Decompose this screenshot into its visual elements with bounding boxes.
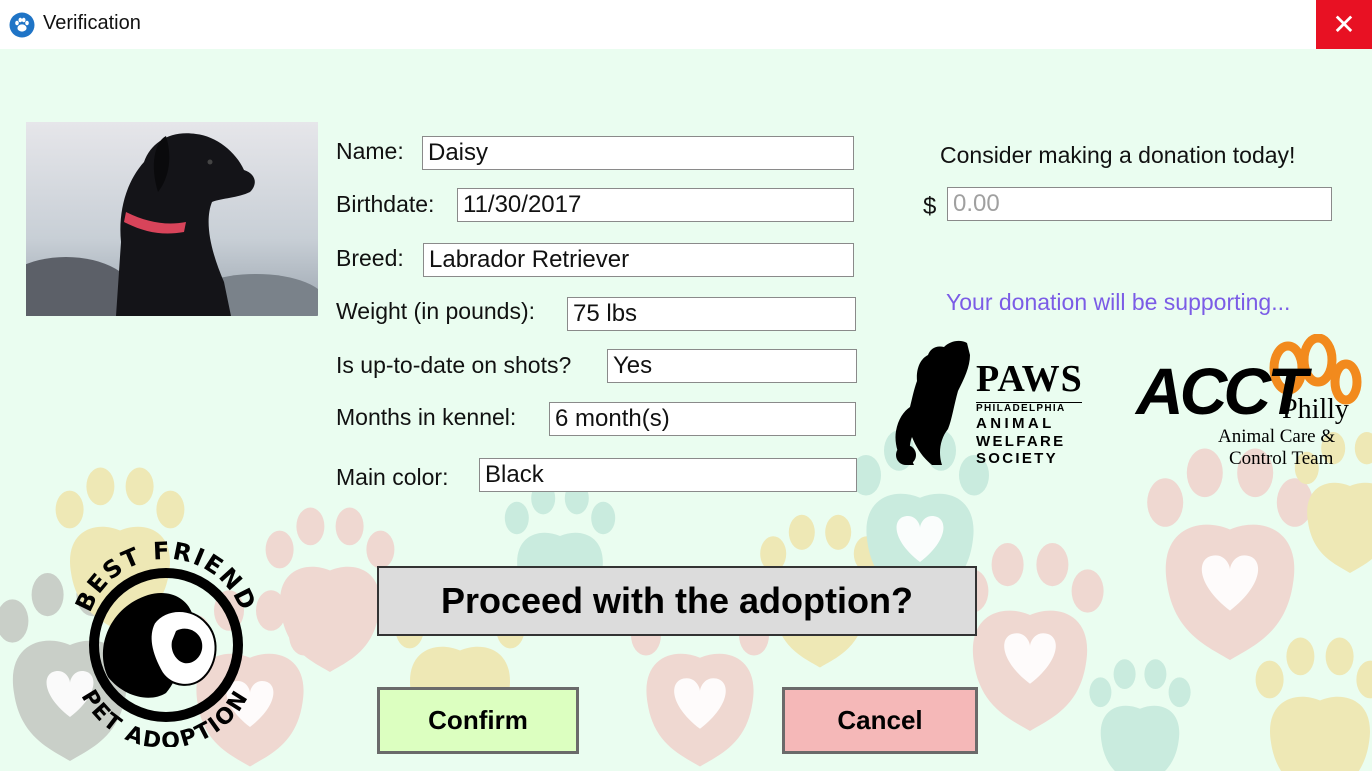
paws-name: PAWS (976, 358, 1083, 400)
acct-line-control-team: Control Team (1229, 448, 1334, 469)
kennel-months-field[interactable] (549, 402, 856, 436)
paws-logo: PAWS PHILADELPHIA ANIMAL WELFARE SOCIETY (892, 339, 1084, 469)
main-color-field[interactable] (479, 458, 857, 492)
cancel-button[interactable]: Cancel (782, 687, 978, 754)
donation-prompt: Consider making a donation today! (940, 142, 1296, 168)
pet-photo (26, 122, 318, 316)
close-button[interactable]: ✕ (1316, 0, 1372, 49)
acct-line-animal-care: Animal Care & (1218, 426, 1336, 447)
breed-label: Breed: (336, 245, 404, 271)
birthdate-label: Birthdate: (336, 191, 435, 217)
close-icon: ✕ (1332, 9, 1356, 40)
breed-field[interactable] (423, 243, 854, 277)
shots-field[interactable] (607, 349, 857, 383)
donation-amount-input[interactable] (947, 187, 1332, 221)
paws-line-animal: ANIMAL (976, 415, 1055, 432)
window-title: Verification (43, 12, 141, 34)
dog-cat-silhouette-icon (895, 340, 970, 465)
weight-field[interactable] (567, 297, 856, 331)
confirm-button[interactable]: Confirm (377, 687, 579, 754)
name-field[interactable] (422, 136, 854, 170)
paws-city: PHILADELPHIA (976, 403, 1066, 414)
best-friend-logo: BEST FRIEND PET ADOPTION (70, 537, 260, 747)
paws-line-welfare: WELFARE (976, 433, 1066, 450)
supporting-text: Your donation will be supporting... (946, 289, 1291, 315)
acct-philly-logo: ACCT Philly Animal Care & Control Team (1136, 334, 1366, 469)
acct-city: Philly (1282, 394, 1349, 425)
main-color-label: Main color: (336, 464, 449, 490)
adoption-prompt: Proceed with the adoption? (377, 566, 977, 636)
currency-symbol: $ (923, 193, 937, 220)
birthdate-field[interactable] (457, 188, 854, 222)
paws-line-society: SOCIETY (976, 450, 1058, 467)
shots-label: Is up-to-date on shots? (336, 352, 572, 378)
paw-app-icon (9, 12, 35, 38)
verification-panel: Name: Birthdate: Breed: Weight (in pound… (0, 49, 1372, 771)
weight-label: Weight (in pounds): (336, 298, 536, 324)
name-label: Name: (336, 138, 404, 164)
kennel-months-label: Months in kennel: (336, 404, 517, 430)
title-bar: Verification ✕ (0, 0, 1372, 49)
acct-name: ACCT (1136, 354, 1307, 428)
